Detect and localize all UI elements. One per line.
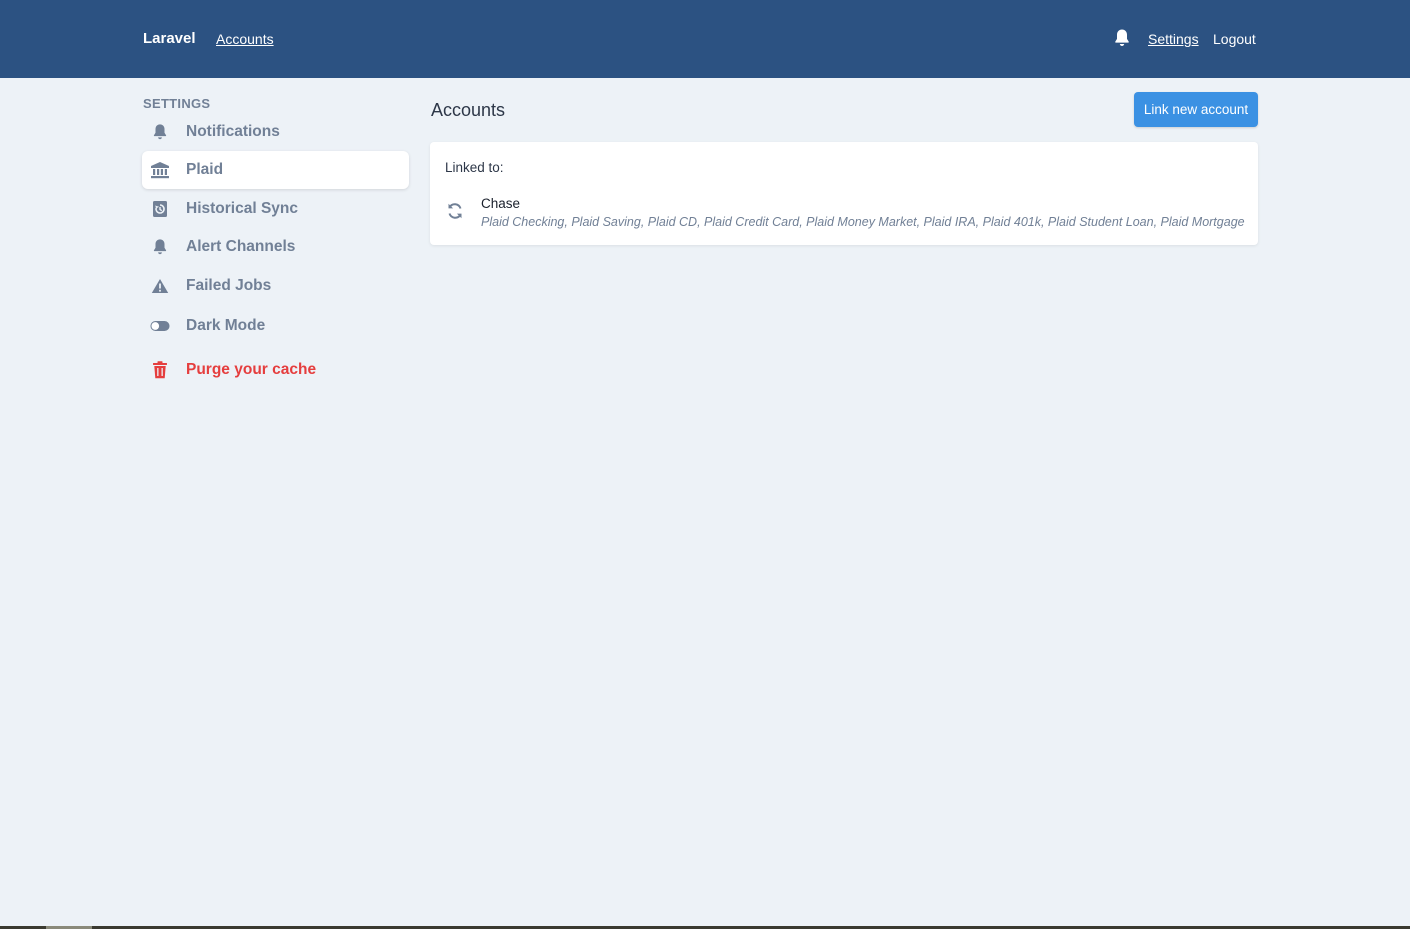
sidebar-item-plaid[interactable]: Plaid [142,151,409,189]
sidebar-item-label: Historical Sync [186,200,298,217]
sidebar-item-notifications[interactable]: Notifications [142,113,409,151]
linked-accounts-card: Linked to: Chase Plaid Checking, Plaid S… [430,142,1258,245]
bell-icon [150,237,170,257]
nav-settings-link[interactable]: Settings [1148,31,1199,47]
sidebar-item-label: Notifications [186,123,280,140]
sidebar-item-label: Alert Channels [186,238,296,255]
sidebar-item-label: Purge your cache [186,361,317,378]
sidebar-item-label: Failed Jobs [186,277,272,294]
sidebar-item-failed-jobs[interactable]: Failed Jobs [142,267,409,305]
sidebar-item-label: Dark Mode [186,317,266,334]
institution-name: Chase [481,196,521,211]
bell-icon [150,122,170,142]
trash-icon [150,360,170,380]
page-title: Accounts [431,100,506,120]
sidebar-item-dark-mode[interactable]: Dark Mode [142,307,409,345]
history-icon [150,199,170,219]
settings-heading: SETTINGS [143,96,211,111]
bank-icon [150,160,170,180]
institution-accounts: Plaid Checking, Plaid Saving, Plaid CD, … [481,215,1245,229]
warning-icon [150,276,170,296]
toggle-icon [150,316,170,336]
bell-icon[interactable] [1114,28,1130,48]
linked-to-label: Linked to: [445,160,504,175]
nav-accounts-link[interactable]: Accounts [216,31,274,47]
sidebar-item-label: Plaid [186,161,224,178]
top-navbar: Laravel Accounts Settings Logout [0,0,1410,78]
brand-logo[interactable]: Laravel [143,30,196,47]
link-new-account-button[interactable]: Link new account [1134,92,1258,127]
sidebar-item-purge-cache[interactable]: Purge your cache [142,351,409,389]
sync-icon[interactable] [446,202,464,220]
sidebar-item-alert-channels[interactable]: Alert Channels [142,228,409,266]
nav-logout-link[interactable]: Logout [1213,31,1256,47]
sidebar-item-historical-sync[interactable]: Historical Sync [142,190,409,228]
